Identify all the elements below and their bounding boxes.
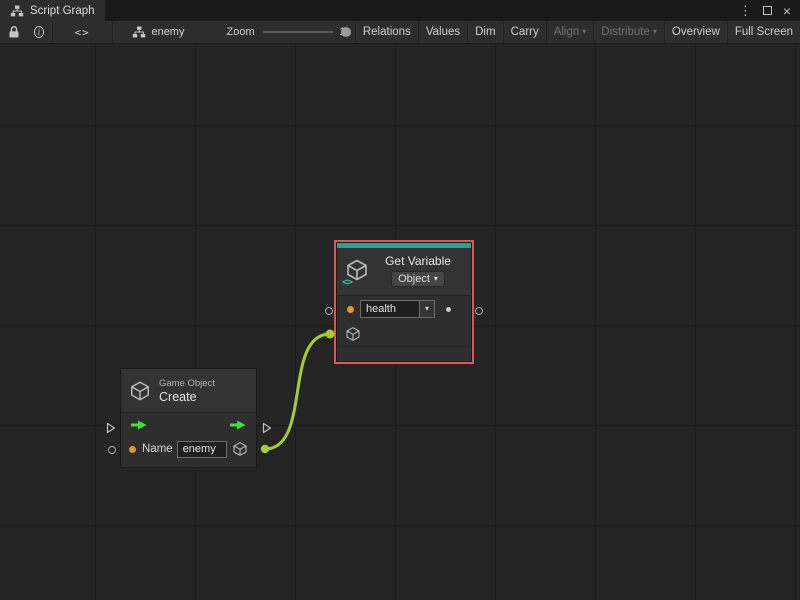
script-graph-icon <box>10 5 24 17</box>
chevron-down-icon: ▾ <box>425 305 429 313</box>
variable-scope-value: Object <box>398 273 430 285</box>
relations-button[interactable]: Relations <box>355 21 418 43</box>
value-output-port[interactable] <box>475 307 483 315</box>
maximize-icon[interactable] <box>763 6 772 15</box>
code-icon[interactable]: <> <box>52 26 111 39</box>
name-input-port[interactable] <box>325 307 333 315</box>
string-port-dot <box>129 446 136 453</box>
zoom-slider-track[interactable] <box>263 31 334 33</box>
flow-input-port[interactable] <box>106 422 116 434</box>
name-label: Name <box>142 443 173 455</box>
chevron-down-icon: ▾ <box>582 28 586 36</box>
carry-button[interactable]: Carry <box>503 21 546 43</box>
full-screen-button[interactable]: Full Screen <box>727 21 800 43</box>
node-category: Game Object <box>159 378 215 389</box>
toolbar-button-group: Relations Values Dim Carry Align ▾ Distr… <box>355 21 800 43</box>
flow-output-arrow-icon <box>230 420 246 430</box>
variable-name-value: health <box>361 301 419 317</box>
window-menu-icon[interactable]: ⋮ <box>739 4 752 17</box>
variable-name-field[interactable]: health ▾ <box>360 300 435 318</box>
tab-script-graph[interactable]: Script Graph <box>0 0 105 21</box>
window-controls: ⋮ × <box>739 0 800 21</box>
info-icon[interactable]: i <box>34 26 44 38</box>
node-title: Get Variable <box>385 254 451 268</box>
graph-asset-icon <box>132 26 146 38</box>
create-node-header: Game Object Create <box>121 369 256 413</box>
chevron-down-icon: ▾ <box>653 28 657 36</box>
flow-row <box>121 413 256 437</box>
node-get-variable[interactable]: <> Get Variable Object ▾ health ▾ <box>336 242 472 362</box>
lock-icon[interactable] <box>0 25 26 39</box>
variable-name-dropdown[interactable]: ▾ <box>419 301 434 317</box>
variable-scope-dropdown[interactable]: Object ▾ <box>391 271 445 287</box>
zoom-slider-handle[interactable] <box>341 27 351 37</box>
target-row <box>337 322 471 346</box>
code-badge-icon: <> <box>342 277 352 288</box>
flow-input-arrow-icon <box>131 420 147 430</box>
node-title: Create <box>159 390 215 404</box>
variable-node-icon: <> <box>345 258 371 284</box>
name-input-port[interactable] <box>108 446 116 454</box>
game-object-output-icon <box>232 441 248 457</box>
align-button[interactable]: Align ▾ <box>546 21 594 43</box>
name-input-row: Name enemy <box>121 437 256 461</box>
game-object-icon <box>345 326 361 342</box>
values-button[interactable]: Values <box>418 21 467 43</box>
close-icon[interactable]: × <box>783 4 791 18</box>
node-create-game-object[interactable]: Game Object Create Name enemy <box>120 368 257 468</box>
zoom-label: Zoom <box>226 26 254 38</box>
tab-title: Script Graph <box>30 5 95 17</box>
graph-name: enemy <box>151 26 184 38</box>
name-input-field[interactable]: enemy <box>177 441 227 458</box>
game-object-icon <box>129 380 151 402</box>
dim-button[interactable]: Dim <box>467 21 502 43</box>
value-output-dot <box>446 307 451 312</box>
string-port-dot <box>347 306 354 313</box>
overview-button[interactable]: Overview <box>664 21 727 43</box>
distribute-button[interactable]: Distribute ▾ <box>593 21 664 43</box>
variable-name-row: health ▾ <box>337 296 471 322</box>
graph-toolbar: i <> enemy Zoom 1x Relations Values Dim … <box>0 21 800 44</box>
flow-output-port[interactable] <box>262 422 272 434</box>
chevron-down-icon: ▾ <box>434 275 438 283</box>
get-variable-header: <> Get Variable Object ▾ <box>337 248 471 296</box>
title-bar: Script Graph ⋮ × <box>0 0 800 21</box>
zoom-slider[interactable] <box>263 26 334 38</box>
graph-reference[interactable]: enemy <box>112 26 198 38</box>
node-footer <box>337 346 471 360</box>
